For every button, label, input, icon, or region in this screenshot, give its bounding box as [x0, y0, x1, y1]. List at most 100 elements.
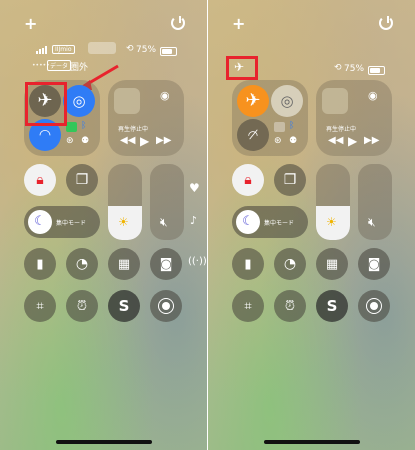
shazam-button[interactable]: S: [108, 290, 140, 322]
flashlight-icon: ▮: [36, 256, 44, 272]
screen-record-button[interactable]: [358, 290, 390, 322]
qr-scan-icon: ⌗: [244, 298, 252, 314]
focus-label: 集中モード: [264, 220, 295, 227]
volume-slider[interactable]: 🔇︎: [358, 164, 392, 240]
hotspot-icon[interactable]: ⊛: [66, 137, 74, 146]
screen-mirror-toggle[interactable]: ❐: [274, 164, 306, 196]
bluetooth-icon[interactable]: ᛒ: [81, 122, 86, 131]
album-art: [322, 88, 348, 114]
home-indicator[interactable]: [56, 440, 152, 444]
qr-scan-icon: ⌗: [36, 298, 44, 314]
alarm-icon: ⏰︎: [284, 298, 296, 314]
power-icon[interactable]: [171, 16, 185, 30]
screen-mirror-icon: ❐: [283, 172, 297, 188]
calculator-button[interactable]: ▦: [316, 248, 348, 280]
plus-icon[interactable]: +: [24, 16, 37, 32]
airdrop-icon: ◎: [72, 91, 86, 110]
rewind-icon[interactable]: ◀◀: [120, 136, 135, 146]
connectivity-tile: ✈ ◎ ◠̸ ᛒ ⊛ ⚉: [232, 80, 308, 156]
blurred-region: [88, 42, 116, 54]
forward-icon[interactable]: ▶▶: [156, 136, 171, 146]
play-icon[interactable]: ▶: [140, 135, 149, 147]
screen-mirror-icon: ❐: [75, 172, 89, 188]
plus-icon[interactable]: +: [232, 16, 245, 32]
wifi-icon: ◠: [38, 127, 52, 143]
mute-icon: 🔇︎: [368, 215, 376, 229]
moon-icon: ☾: [28, 210, 52, 234]
signal-icon: [36, 46, 47, 54]
wifi-toggle[interactable]: ◠̸: [237, 119, 269, 151]
heart-icon: ♥: [189, 181, 200, 195]
camera-icon: ◙: [159, 256, 173, 272]
battery-percent: 75%: [344, 64, 365, 74]
alarm-icon: ⏰︎: [76, 298, 88, 314]
mute-icon: 🔇︎: [160, 215, 168, 229]
rewind-icon[interactable]: ◀◀: [328, 136, 343, 146]
flashlight-button[interactable]: ▮: [232, 248, 264, 280]
brightness-slider[interactable]: ☀: [316, 164, 350, 240]
timer-icon: ◔: [75, 256, 89, 272]
timer-button[interactable]: ◔: [66, 248, 98, 280]
music-tile: ◉ 再生停止中 ◀◀ ▶ ▶▶: [108, 80, 184, 156]
album-art: [114, 88, 140, 114]
orientation-status-icon: ⟲: [126, 44, 134, 54]
control-center-after: + ✈ ⟲ 75% ✈ ◎ ◠̸ ᛒ ⊛ ⚉ ◉ 再生停止中 ◀◀ ▶ ▶▶ 🔒…: [208, 0, 415, 450]
highlight-box: [25, 82, 67, 126]
vpn-icon[interactable]: ⚉: [289, 137, 297, 146]
carrier-tag: IIJmio: [52, 45, 75, 54]
airplane-toggle[interactable]: ✈: [237, 85, 269, 117]
now-playing-label: 再生停止中: [118, 126, 149, 133]
airplane-status-icon: ✈: [234, 60, 245, 74]
qr-scan-button[interactable]: ⌗: [232, 290, 264, 322]
focus-button[interactable]: ☾ 集中モード: [232, 206, 308, 238]
orientation-lock-toggle[interactable]: 🔒︎: [24, 164, 56, 196]
hotspot-icon[interactable]: ⊛: [274, 137, 282, 146]
battery-icon: [160, 47, 177, 56]
cellular-icon[interactable]: [66, 122, 77, 132]
forward-icon[interactable]: ▶▶: [364, 136, 379, 146]
timer-button[interactable]: ◔: [274, 248, 306, 280]
airplay-icon[interactable]: ◉: [368, 90, 378, 101]
airdrop-toggle[interactable]: ◎: [63, 85, 95, 117]
alarm-button[interactable]: ⏰︎: [66, 290, 98, 322]
battery-percent: 75%: [136, 45, 157, 55]
bluetooth-icon[interactable]: ᛒ: [289, 122, 294, 131]
qr-scan-button[interactable]: ⌗: [24, 290, 56, 322]
music-note-icon: ♪: [190, 214, 198, 227]
orientation-lock-toggle[interactable]: 🔒︎: [232, 164, 264, 196]
camera-button[interactable]: ◙: [150, 248, 182, 280]
shazam-button[interactable]: S: [316, 290, 348, 322]
calculator-icon: ▦: [117, 256, 131, 272]
battery-icon: [368, 66, 385, 75]
timer-icon: ◔: [283, 256, 297, 272]
wifi-icon: ◠̸: [247, 128, 259, 142]
sun-icon: ☀: [326, 215, 337, 229]
cellular-icon[interactable]: [274, 122, 285, 132]
power-icon[interactable]: [379, 16, 393, 30]
airdrop-toggle[interactable]: ◎: [271, 85, 303, 117]
moon-icon: ☾: [236, 210, 260, 234]
brightness-slider[interactable]: ☀: [108, 164, 142, 240]
screen-record-button[interactable]: [150, 290, 182, 322]
flashlight-icon: ▮: [244, 256, 252, 272]
data-label: データ: [47, 60, 72, 71]
screen-mirror-toggle[interactable]: ❐: [66, 164, 98, 196]
shazam-icon: S: [326, 296, 338, 315]
music-tile: ◉ 再生停止中 ◀◀ ▶ ▶▶: [316, 80, 392, 156]
orientation-lock-icon: 🔒︎: [36, 172, 44, 188]
camera-button[interactable]: ◙: [358, 248, 390, 280]
airdrop-icon: ◎: [280, 91, 294, 110]
vpn-icon[interactable]: ⚉: [81, 137, 89, 146]
alarm-button[interactable]: ⏰︎: [274, 290, 306, 322]
airplane-icon: ✈: [245, 90, 261, 111]
calculator-button[interactable]: ▦: [108, 248, 140, 280]
focus-label: 集中モード: [56, 220, 87, 227]
orientation-lock-icon: 🔒︎: [244, 172, 252, 188]
calculator-icon: ▦: [325, 256, 339, 272]
flashlight-button[interactable]: ▮: [24, 248, 56, 280]
home-indicator[interactable]: [264, 440, 360, 444]
focus-button[interactable]: ☾ 集中モード: [24, 206, 100, 238]
volume-slider[interactable]: 🔇︎: [150, 164, 184, 240]
airplay-icon[interactable]: ◉: [160, 90, 170, 101]
play-icon[interactable]: ▶: [348, 135, 357, 147]
